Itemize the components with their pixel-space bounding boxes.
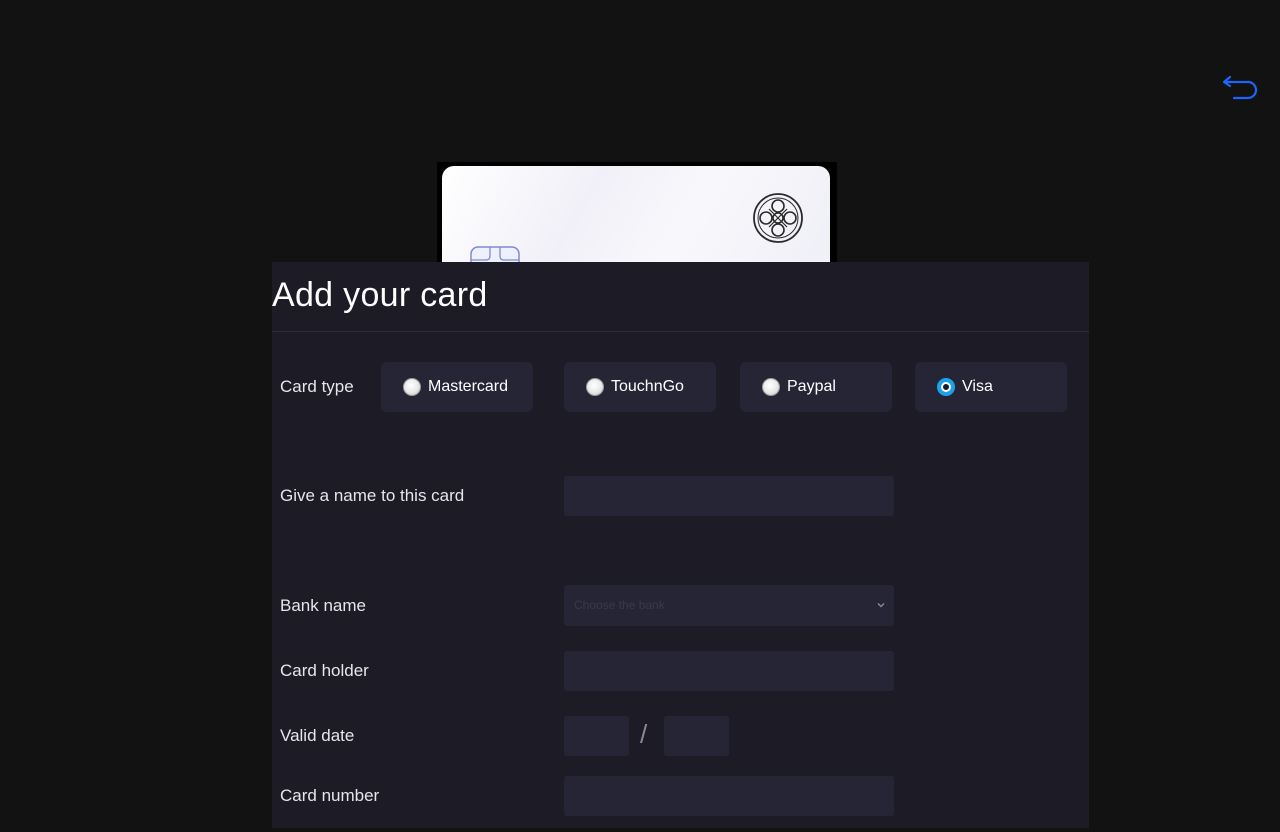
radio-label: Paypal (787, 378, 836, 395)
card-type-label: Card type (280, 377, 354, 396)
chevron-down-icon (877, 603, 885, 608)
title-divider (272, 331, 1089, 332)
card-name-input[interactable] (564, 476, 894, 516)
card-number-label: Card number (280, 786, 380, 805)
card-chip-icon (470, 246, 520, 262)
card-type-option-visa[interactable]: Visa (915, 362, 1067, 412)
celtic-knot-emblem-icon (753, 193, 803, 243)
bank-name-select[interactable]: Choose the bank (564, 585, 894, 626)
radio-button-checked[interactable] (937, 378, 955, 396)
radio-button[interactable] (762, 378, 780, 396)
radio-button[interactable] (403, 378, 421, 396)
form-title: Add your card (272, 276, 488, 314)
card-holder-label: Card holder (280, 661, 369, 680)
card-holder-input[interactable] (564, 651, 894, 691)
bank-name-label: Bank name (280, 596, 366, 615)
card-type-option-touchngo[interactable]: TouchnGo (564, 362, 716, 412)
add-card-form: Add your card Card type Mastercard Touch… (272, 262, 1089, 828)
undo-arrow-icon (1222, 75, 1258, 100)
card-face (442, 166, 830, 262)
radio-label: Visa (962, 378, 993, 395)
valid-year-input[interactable] (664, 716, 729, 756)
radio-button[interactable] (586, 378, 604, 396)
card-number-input[interactable] (564, 776, 894, 816)
date-separator: / (640, 719, 648, 749)
card-type-option-mastercard[interactable]: Mastercard (381, 362, 533, 412)
add-card-page: Add your card Card type Mastercard Touch… (0, 0, 1280, 832)
card-type-option-paypal[interactable]: Paypal (740, 362, 892, 412)
radio-label: TouchnGo (611, 378, 684, 395)
radio-label: Mastercard (428, 378, 509, 395)
back-button[interactable] (1220, 74, 1258, 104)
valid-date-label: Valid date (280, 726, 355, 745)
card-preview (437, 162, 837, 262)
bank-name-placeholder: Choose the bank (574, 598, 665, 612)
valid-month-input[interactable] (564, 716, 629, 756)
card-name-label: Give a name to this card (280, 486, 465, 505)
